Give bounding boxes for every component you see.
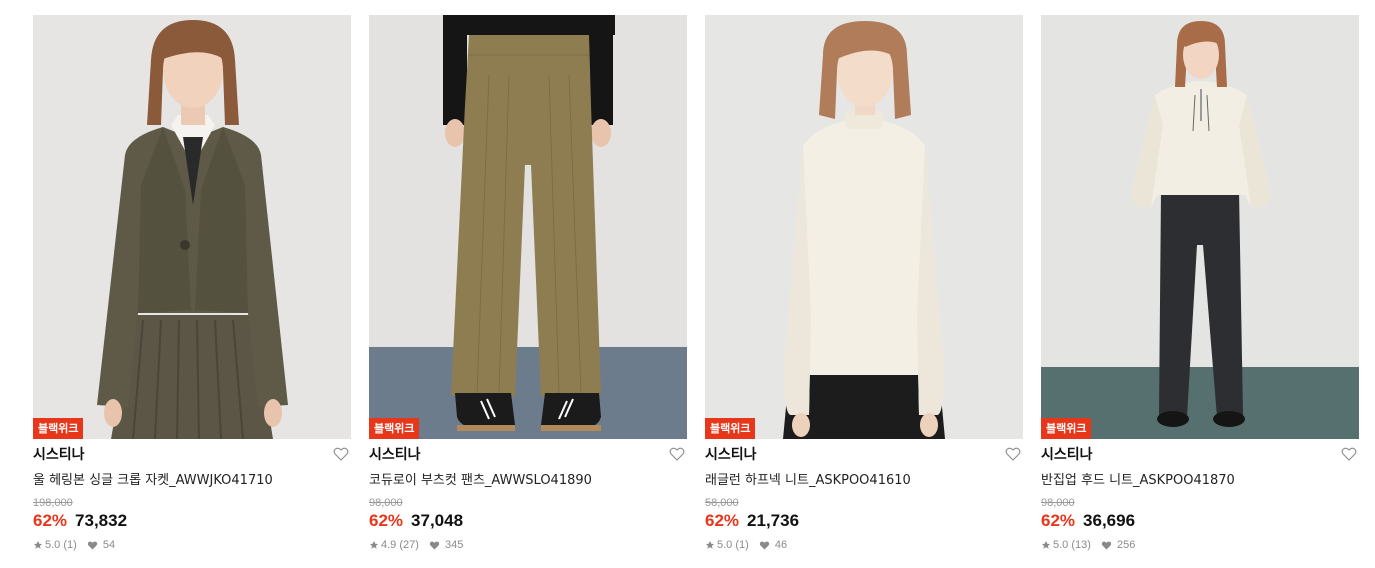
heart-outline-icon[interactable] (333, 446, 349, 462)
sale-price: 36,696 (1083, 511, 1136, 530)
product-grid: 블랙위크 시스티나 울 헤링본 싱글 크롭 자켓_AWWJKO41710 198… (0, 0, 1375, 568)
brand-name[interactable]: 시스티나 (1041, 444, 1093, 464)
brand-name[interactable]: 시스티나 (705, 444, 757, 464)
product-card[interactable]: 블랙위크 시스티나 코듀로이 부츠컷 팬츠_AWWSLO41890 98,000… (369, 15, 687, 551)
product-meta: 5.0 (13) 256 (1041, 539, 1359, 551)
brand-name[interactable]: 시스티나 (33, 444, 85, 464)
review-count: (1) (735, 539, 749, 551)
product-image[interactable]: 블랙위크 (33, 15, 351, 439)
heart-outline-icon[interactable] (669, 446, 685, 462)
product-name[interactable]: 래글런 하프넥 니트_ASKPOO41610 (705, 469, 1023, 488)
discount-rate: 62% (369, 511, 404, 530)
discount-rate: 62% (33, 511, 68, 530)
product-card[interactable]: 블랙위크 시스티나 울 헤링본 싱글 크롭 자켓_AWWJKO41710 198… (33, 15, 351, 551)
review-count: (13) (1071, 539, 1091, 551)
product-image[interactable]: 블랙위크 (705, 15, 1023, 439)
heart-filled-icon (759, 541, 769, 550)
promo-badge: 블랙위크 (33, 418, 84, 439)
product-photo-pants (369, 15, 687, 439)
product-image[interactable]: 블랙위크 (369, 15, 687, 439)
product-meta: 5.0 (1) 54 (33, 539, 351, 551)
rating-value: 5.0 (45, 539, 61, 551)
rating-value: 5.0 (717, 539, 733, 551)
star-icon (1041, 540, 1051, 549)
product-card[interactable]: 블랙위크 시스티나 반집업 후드 니트_ASKPOO41870 98,000 6… (1041, 15, 1359, 551)
rating-value: 5.0 (1053, 539, 1069, 551)
review-count: (1) (63, 539, 77, 551)
star-icon (33, 540, 43, 549)
product-photo-jacket (33, 15, 351, 439)
original-price: 98,000 (369, 497, 403, 509)
heart-filled-icon (1101, 541, 1112, 550)
like-count: 54 (102, 539, 116, 551)
discount-rate: 62% (705, 511, 740, 530)
product-name[interactable]: 반집업 후드 니트_ASKPOO41870 (1041, 469, 1359, 488)
review-count: (27) (399, 539, 419, 551)
product-meta: 5.0 (1) 46 (705, 539, 1023, 551)
like-count: 345 (444, 539, 464, 551)
original-price: 98,000 (1041, 497, 1075, 509)
promo-badge: 블랙위크 (705, 418, 756, 439)
rating-value: 4.9 (381, 539, 397, 551)
product-photo-knit (705, 15, 1023, 439)
like-count: 46 (774, 539, 788, 551)
product-name[interactable]: 코듀로이 부츠컷 팬츠_AWWSLO41890 (369, 469, 687, 488)
heart-filled-icon (429, 541, 440, 550)
heart-outline-icon[interactable] (1005, 446, 1021, 462)
star-icon (705, 540, 715, 549)
sale-price: 73,832 (75, 511, 128, 530)
discount-rate: 62% (1041, 511, 1076, 530)
product-card[interactable]: 블랙위크 시스티나 래글런 하프넥 니트_ASKPOO41610 58,000 … (705, 15, 1023, 551)
like-count: 256 (1116, 539, 1136, 551)
product-photo-hood-knit (1041, 15, 1359, 439)
heart-filled-icon (87, 541, 97, 550)
original-price: 58,000 (705, 497, 739, 509)
promo-badge: 블랙위크 (1041, 418, 1092, 439)
brand-name[interactable]: 시스티나 (369, 444, 421, 464)
product-image[interactable]: 블랙위크 (1041, 15, 1359, 439)
sale-price: 37,048 (411, 511, 464, 530)
original-price: 198,000 (33, 497, 73, 509)
heart-outline-icon[interactable] (1341, 446, 1357, 462)
product-name[interactable]: 울 헤링본 싱글 크롭 자켓_AWWJKO41710 (33, 469, 351, 488)
product-meta: 4.9 (27) 345 (369, 539, 687, 551)
promo-badge: 블랙위크 (369, 418, 420, 439)
star-icon (369, 540, 379, 549)
sale-price: 21,736 (747, 511, 800, 530)
